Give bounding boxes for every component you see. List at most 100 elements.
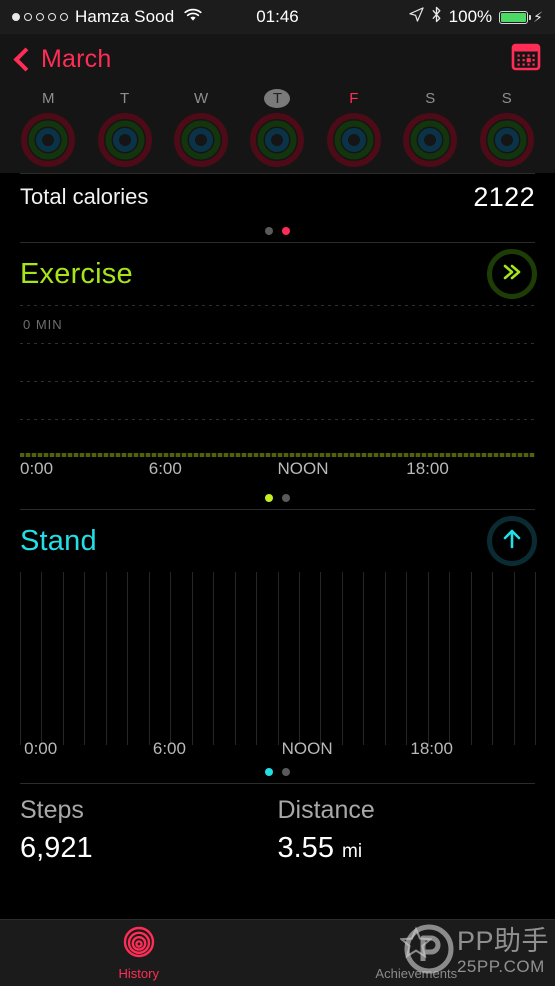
stat-distance: Distance 3.55 mi [278, 792, 536, 872]
stand-page-dots[interactable] [0, 761, 555, 783]
activity-app-screen: Hamza Sood 01:46 100% ⚡ March M T W T F … [0, 0, 555, 986]
calendar-button[interactable] [511, 42, 541, 77]
stand-axis-tick-15 [341, 727, 343, 745]
stand-gridline-17 [384, 572, 386, 727]
exercise-axis-label-1: 6:00 [148, 459, 182, 478]
stand-gridline-2 [62, 572, 64, 727]
stand-gridline-24 [535, 572, 536, 727]
stand-gridline-19 [427, 572, 429, 727]
exercise-gridline [20, 343, 535, 344]
week-day-2[interactable]: W [163, 84, 239, 173]
move-page-dots[interactable] [0, 220, 555, 242]
stand-gridline-22 [492, 572, 494, 727]
stand-axis-label-0: 0:00 [24, 739, 58, 758]
stand-gridline-21 [470, 572, 472, 727]
exercise-axis-label-3: 18:00 [406, 459, 449, 478]
stand-title: Stand [20, 524, 97, 557]
week-day-5[interactable]: S [392, 84, 468, 173]
stand-gridline-4 [105, 572, 107, 727]
activity-rings [20, 112, 76, 173]
exercise-chart[interactable]: 0 MIN [20, 305, 535, 457]
total-calories-value: 2122 [473, 181, 535, 212]
total-calories-label: Total calories [20, 184, 149, 209]
week-day-1[interactable]: T [86, 84, 162, 173]
stand-gridline-7 [170, 572, 172, 727]
tab-achievements[interactable]: Achievements [278, 920, 555, 986]
stand-gridline-3 [84, 572, 86, 727]
tab-history[interactable]: History [0, 920, 278, 986]
exercise-axis-label-0: 0:00 [20, 459, 54, 478]
stand-axis-label-3: 18:00 [410, 739, 453, 758]
calendar-icon [511, 43, 541, 76]
battery-icon [499, 10, 532, 24]
activity-rings [479, 112, 535, 173]
stand-gridline-8 [191, 572, 193, 727]
exercise-page-dot-0[interactable] [265, 494, 273, 502]
stat-steps: Steps 6,921 [20, 792, 278, 872]
week-day-letter: M [41, 90, 55, 107]
stand-gridline-0 [20, 572, 21, 727]
activity-rings [402, 112, 458, 173]
stat-label: Steps [20, 796, 84, 824]
stand-detail-button[interactable] [487, 516, 537, 566]
exercise-axis: 0:00 6:00 NOON 18:00 [20, 457, 535, 487]
week-day-0[interactable]: M [10, 84, 86, 173]
activity-rings [97, 112, 153, 173]
charging-bolt-icon: ⚡ [533, 8, 543, 25]
cellular-signal-icon [12, 13, 68, 21]
week-day-letter: T [264, 89, 291, 108]
stand-page-dot-0[interactable] [265, 768, 273, 776]
stand-axis-tick-17 [384, 727, 386, 745]
week-day-3[interactable]: T [239, 84, 315, 173]
exercise-page-dots[interactable] [0, 487, 555, 509]
week-day-letter: S [425, 90, 436, 107]
activity-spiral-icon [123, 926, 155, 963]
back-button-label: March [41, 44, 112, 73]
stand-gridline-13 [298, 572, 300, 727]
stat-label: Distance [277, 796, 375, 824]
arrow-up-icon [500, 526, 524, 557]
stat-value: 3.55 mi [277, 832, 363, 864]
chevron-left-icon [13, 46, 38, 72]
stat-unit: mi [342, 841, 363, 862]
stand-gridline-5 [127, 572, 129, 727]
stand-axis-tick-2 [62, 727, 64, 745]
exercise-detail-button[interactable] [487, 249, 537, 299]
stand-axis-tick-5 [127, 727, 129, 745]
activity-rings [173, 112, 229, 173]
stand-axis-tick-10 [234, 727, 236, 745]
move-page-dot-1[interactable] [282, 227, 290, 235]
stand-axis-label-1: 6:00 [152, 739, 186, 758]
stand-gridline-15 [341, 572, 343, 727]
stand-axis-tick-9 [213, 727, 215, 745]
stand-page-dot-1[interactable] [282, 768, 290, 776]
stats-row: Steps 6,921 Distance 3.55 mi [0, 784, 555, 872]
exercise-gridline [20, 381, 535, 382]
stand-gridline-14 [320, 572, 322, 727]
tab-history-label: History [118, 965, 159, 981]
exercise-section-header: Exercise [0, 243, 555, 305]
location-arrow-icon [409, 7, 424, 27]
tab-bar: History Achievements [0, 919, 555, 986]
double-chevron-right-icon [499, 261, 525, 288]
exercise-page-dot-1[interactable] [282, 494, 290, 502]
week-day-4[interactable]: F [316, 84, 392, 173]
stand-chart[interactable] [20, 572, 536, 727]
activity-rings [326, 112, 382, 173]
stand-gridline-11 [256, 572, 258, 727]
back-button[interactable]: March [13, 44, 112, 74]
status-bar: Hamza Sood 01:46 100% ⚡ [0, 0, 555, 34]
week-day-selector[interactable]: M T W T F S S [0, 84, 555, 173]
navigation-bar: March [0, 34, 555, 84]
stand-axis-tick-22 [492, 727, 494, 745]
week-day-6[interactable]: S [469, 84, 545, 173]
exercise-gridline [20, 419, 535, 420]
stat-value: 6,921 [20, 832, 93, 864]
move-page-dot-0[interactable] [265, 227, 273, 235]
stand-gridline-20 [449, 572, 451, 727]
carrier-label: Hamza Sood [75, 7, 175, 26]
status-bar-left: Hamza Sood [12, 7, 202, 27]
stand-axis-tick-8 [191, 727, 193, 745]
stand-axis: 0:00 6:00 NOON 18:00 [20, 727, 536, 761]
stand-axis-tick-12 [277, 727, 279, 745]
